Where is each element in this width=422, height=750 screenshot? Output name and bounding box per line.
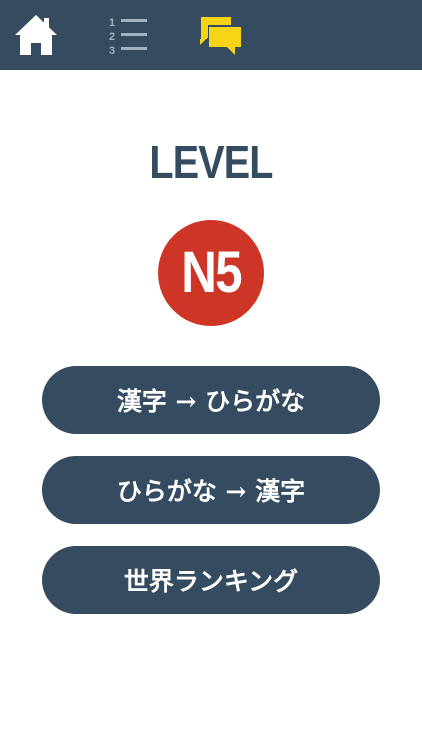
kanji-to-hiragana-button[interactable]: 漢字 → ひらがな (42, 366, 380, 434)
numbered-list-icon: 1 2 3 (109, 17, 147, 57)
chat-bubbles-icon (200, 17, 241, 55)
home-button[interactable] (8, 0, 64, 70)
home-icon (15, 15, 57, 55)
app-screen: 1 2 3 LEVEL N5 漢字 → ひらがな ひらがな → 漢字 世界ランキ… (0, 0, 422, 750)
hiragana-to-kanji-label: ひらがな → 漢字 (116, 477, 306, 506)
level-list-button[interactable]: 1 2 3 (100, 0, 156, 70)
list-number-2: 2 (109, 31, 115, 43)
level-badge-label: N5 (181, 240, 242, 305)
chat-button[interactable] (192, 0, 250, 70)
world-ranking-button[interactable]: 世界ランキング (42, 546, 380, 614)
level-badge: N5 (158, 220, 264, 326)
kanji-to-hiragana-label: 漢字 → ひらがな (116, 387, 306, 416)
world-ranking-label: 世界ランキング (123, 567, 299, 596)
top-navigation-bar: 1 2 3 (0, 0, 422, 70)
list-number-1: 1 (109, 17, 115, 29)
level-title: LEVEL (149, 136, 273, 188)
list-number-3: 3 (109, 45, 115, 57)
hiragana-to-kanji-button[interactable]: ひらがな → 漢字 (42, 456, 380, 524)
